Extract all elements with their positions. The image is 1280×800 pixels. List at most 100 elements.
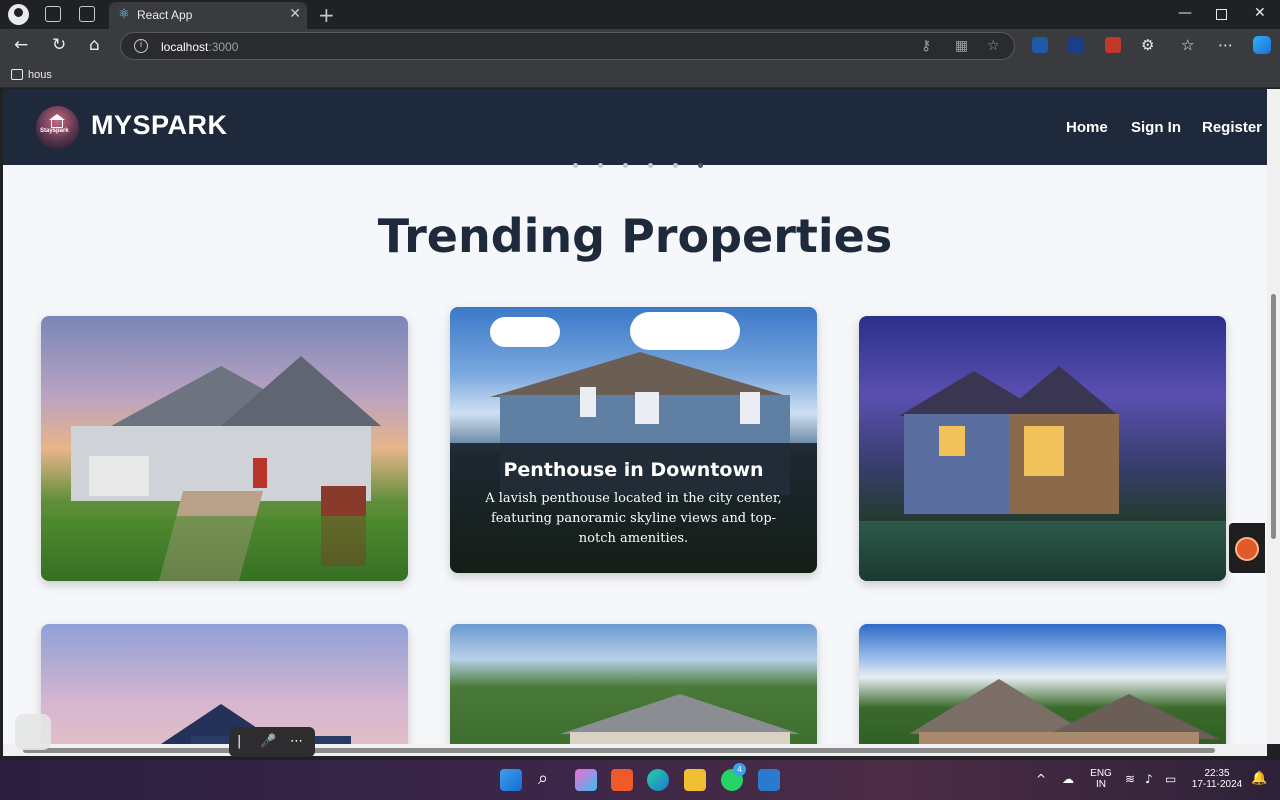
property-image-5 [450, 624, 817, 744]
brand-name[interactable]: MYSPARK [91, 110, 228, 141]
extension-icon-3[interactable] [1105, 37, 1121, 53]
page-viewport: Stayspark MYSPARK Home Sign In Register … [3, 89, 1267, 744]
property-card-5[interactable] [450, 624, 817, 744]
extension-icon-1[interactable] [1032, 37, 1048, 53]
nav-home[interactable]: Home [1066, 119, 1108, 136]
apps-icon[interactable]: ▦ [955, 38, 968, 54]
lawn [41, 516, 408, 581]
property-image-6 [859, 624, 1226, 744]
address-port: :3000 [208, 40, 239, 54]
bookmarks-bar: hous [0, 62, 1280, 88]
property-card-2[interactable]: Penthouse in Downtown A lavish penthouse… [450, 307, 817, 573]
horizontal-scrollbar[interactable] [3, 744, 1267, 756]
browser-toolbar: ← ↻ ⌂ i localhost:3000 ⚷ ▦ ☆ ⚙ ☆ ⋯ [0, 29, 1280, 62]
windows-taskbar: ⌕ 4 ^ ☁ ENG IN ≋ ♪ ▭ 22:35 17-11-2024 🔔 [0, 760, 1280, 800]
search-icon[interactable]: ⌕ [538, 768, 548, 789]
address-host: localhost [161, 40, 209, 54]
lit-window [939, 426, 965, 456]
carousel-dot[interactable] [673, 163, 678, 168]
whatsapp-badge: 4 [733, 763, 746, 776]
battery-icon[interactable]: ▭ [1165, 772, 1176, 786]
back-icon[interactable]: ← [14, 35, 28, 55]
property-image-4 [41, 624, 408, 744]
refresh-icon[interactable]: ↻ [52, 35, 66, 55]
vertical-scroll-thumb[interactable] [1271, 294, 1276, 539]
house-roof [490, 352, 790, 397]
horizontal-scroll-thumb[interactable] [23, 748, 1215, 753]
site-navbar: Stayspark MYSPARK Home Sign In Register [3, 89, 1267, 165]
copilot-app-icon[interactable] [575, 769, 597, 791]
clock-time: 22:35 [1204, 768, 1230, 779]
clock[interactable]: 22:35 17-11-2024 [1188, 768, 1246, 790]
profile-icon[interactable] [8, 4, 29, 25]
more-menu-icon[interactable]: ⋯ [1218, 36, 1233, 54]
volume-icon[interactable]: ♪ [1145, 772, 1153, 786]
folder-icon [11, 69, 23, 80]
property-card-3[interactable] [859, 316, 1226, 581]
minimize-button[interactable]: — [1178, 5, 1192, 21]
whatsapp-icon[interactable]: 4 [721, 763, 746, 791]
property-card-4[interactable] [41, 624, 408, 744]
carousel-dot[interactable] [598, 163, 603, 168]
collections-icon[interactable] [45, 6, 61, 22]
window [635, 392, 659, 424]
onedrive-icon[interactable]: ☁ [1062, 772, 1074, 786]
garage-door [89, 456, 149, 496]
window [740, 392, 760, 424]
tab-react-app[interactable]: ⚛ React App ✕ [109, 2, 307, 29]
nav-sign-in[interactable]: Sign In [1131, 119, 1181, 136]
carousel-dot-active[interactable] [698, 163, 703, 168]
close-tab-icon[interactable]: ✕ [289, 6, 301, 22]
voice-typing-bar: | 🎤 ⋯ [229, 727, 315, 757]
stack-icon[interactable] [15, 714, 51, 750]
language-code: ENG [1090, 768, 1112, 779]
notification-bell-icon[interactable]: 🔔 [1251, 771, 1267, 786]
brave-icon[interactable] [611, 769, 633, 791]
site-info-icon[interactable]: i [134, 39, 148, 53]
clock-date: 17-11-2024 [1191, 779, 1243, 790]
tab-actions-icon[interactable] [79, 6, 95, 22]
bookmark-hous[interactable]: hous [28, 69, 52, 81]
address-bar[interactable]: i localhost:3000 ⚷ ▦ ☆ [120, 32, 1015, 60]
address-text: localhost:3000 [161, 40, 238, 54]
extensions-puzzle-icon[interactable]: ⚙ [1141, 36, 1154, 54]
favorite-star-icon[interactable]: ☆ [987, 38, 1000, 54]
house-body [570, 732, 790, 744]
chevron-up-icon[interactable]: ^ [1036, 772, 1046, 786]
file-explorer-icon[interactable] [684, 769, 706, 791]
more-options-icon[interactable]: ⋯ [290, 734, 303, 749]
start-icon[interactable] [500, 769, 522, 791]
property-card-6[interactable] [859, 624, 1226, 744]
favorites-icon[interactable]: ☆ [1181, 36, 1194, 54]
side-widget[interactable] [1229, 523, 1265, 573]
language-indicator[interactable]: ENG IN [1089, 768, 1113, 790]
logo-house-icon [51, 119, 63, 128]
microphone-icon[interactable]: 🎤 [260, 734, 276, 749]
carousel-dot[interactable] [648, 163, 653, 168]
card-title: Penthouse in Downtown [503, 459, 764, 481]
maximize-button[interactable] [1216, 9, 1227, 20]
extension-icon-2[interactable] [1068, 37, 1084, 53]
browser-tabstrip: ⚛ React App ✕ + — ✕ [0, 0, 1280, 29]
region-code: IN [1096, 779, 1106, 790]
copilot-icon[interactable] [1253, 36, 1271, 54]
new-tab-button[interactable]: + [318, 3, 335, 27]
vertical-scrollbar[interactable] [1267, 89, 1280, 744]
property-card-1[interactable] [41, 316, 408, 581]
property-image-3 [859, 316, 1226, 581]
close-window-button[interactable]: ✕ [1254, 5, 1266, 21]
drag-handle-icon[interactable]: | [237, 734, 241, 749]
nav-register[interactable]: Register [1202, 119, 1262, 136]
cloud [490, 317, 560, 347]
vscode-icon[interactable] [758, 769, 780, 791]
site-logo[interactable]: Stayspark [36, 106, 79, 149]
key-icon[interactable]: ⚷ [921, 38, 931, 54]
wifi-icon[interactable]: ≋ [1125, 772, 1135, 786]
home-icon[interactable]: ⌂ [89, 35, 100, 55]
pond [859, 521, 1226, 581]
cloud [630, 312, 740, 350]
carousel-dot[interactable] [623, 163, 628, 168]
house-roof [560, 694, 800, 734]
edge-icon[interactable] [647, 769, 669, 791]
carousel-dot[interactable] [573, 163, 578, 168]
